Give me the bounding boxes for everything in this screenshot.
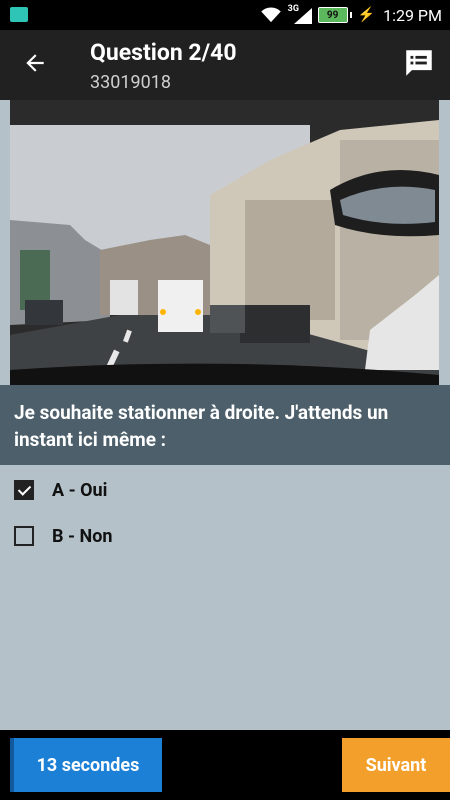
comments-icon[interactable]	[402, 46, 436, 80]
question-photo	[10, 100, 439, 385]
answer-option-a[interactable]: A - Oui	[14, 475, 107, 505]
battery-level: 99	[326, 9, 339, 21]
footer-bar: 13 secondes Suivant	[0, 730, 450, 800]
clock: 1:29 PM	[383, 5, 442, 25]
question-id: 33019018	[90, 72, 171, 93]
answer-option-b[interactable]: B - Non	[14, 521, 112, 551]
status-bar: 3G 99 ⚡ 1:29 PM	[0, 0, 450, 30]
next-button[interactable]: Suivant	[342, 738, 450, 792]
app-bar: Question 2/40 33019018	[0, 30, 450, 100]
wifi-icon	[260, 7, 281, 23]
checkbox-unchecked[interactable]	[14, 526, 34, 546]
cellular-signal-icon: 3G	[287, 4, 312, 24]
back-arrow-icon[interactable]	[22, 50, 48, 76]
checkbox-checked[interactable]	[14, 480, 34, 500]
answer-label: B - Non	[52, 525, 113, 547]
notification-icon	[10, 7, 28, 22]
timer-button[interactable]: 13 secondes	[10, 738, 162, 792]
battery-icon: 99	[317, 7, 352, 23]
answer-label: A - Oui	[52, 479, 108, 501]
page-title: Question 2/40	[90, 39, 237, 66]
charging-icon: ⚡	[357, 7, 376, 23]
network-type: 3G	[287, 4, 299, 14]
question-text: Je souhaite stationner à droite. J'atten…	[0, 385, 450, 465]
